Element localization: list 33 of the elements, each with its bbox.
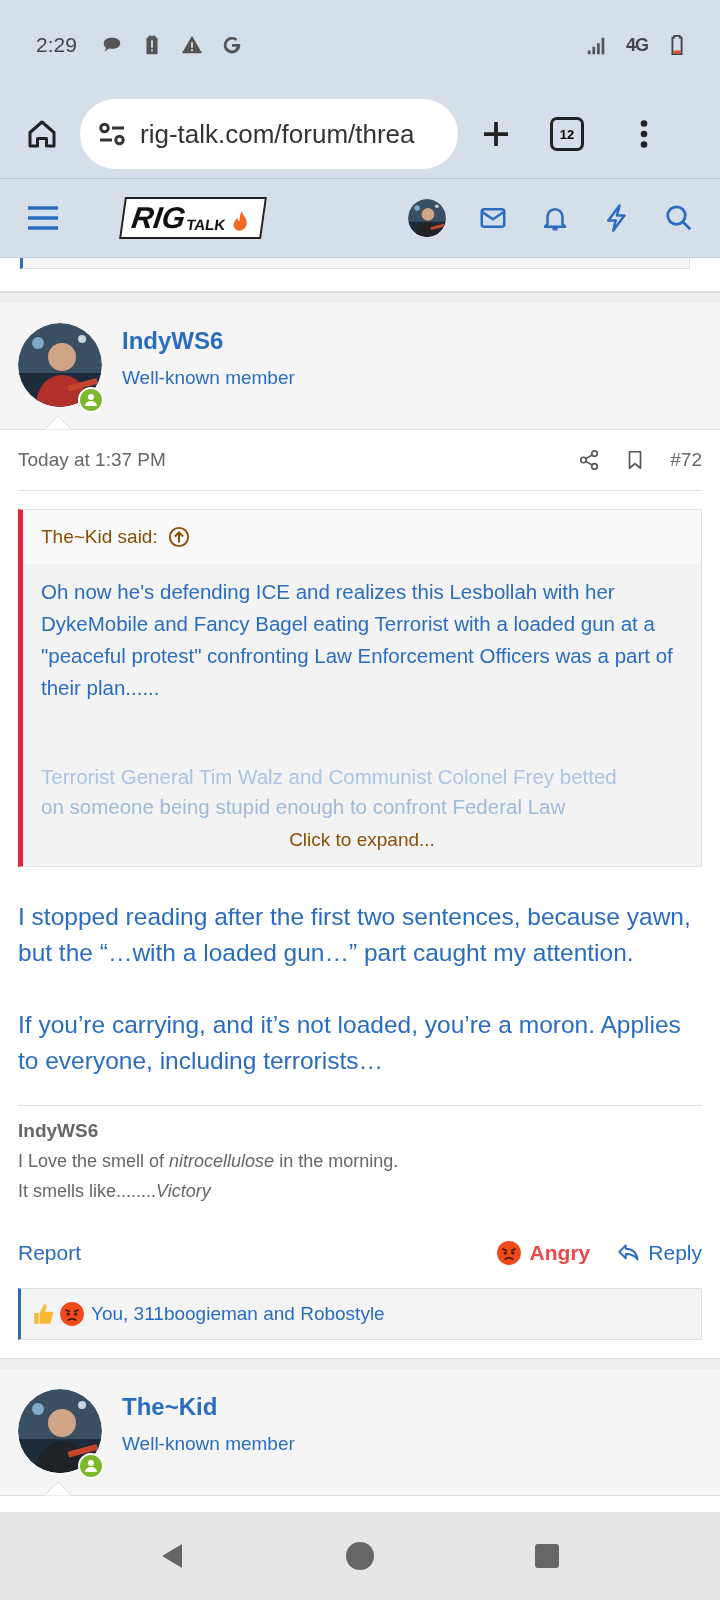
signature-text: It smells like........Victory xyxy=(18,1180,213,1203)
address-bar[interactable]: rig-talk.com/forum/threa xyxy=(80,99,458,169)
signature-text: I Love the smell of nitrocellulose in the morning. xyxy=(18,1150,400,1173)
report-link[interactable]: Report xyxy=(18,1241,82,1265)
jump-up-icon[interactable] xyxy=(167,526,190,548)
warning-icon xyxy=(180,34,203,56)
reaction-button[interactable]: Angry xyxy=(495,1240,591,1266)
reply-button[interactable]: Reply xyxy=(616,1240,702,1266)
post-number-link[interactable]: #72 xyxy=(670,449,702,471)
quote-attribution[interactable]: The~Kid said: xyxy=(41,526,158,548)
post-date[interactable]: Today at 1:37 PM xyxy=(18,449,166,471)
home-circle-icon[interactable] xyxy=(345,1541,375,1571)
signature-name: IndyWS6 xyxy=(18,1119,100,1143)
tab-switcher[interactable]: 12 xyxy=(550,117,584,151)
angry-face-icon xyxy=(495,1240,522,1266)
reactions-bar[interactable]: You, 311boogieman and Robostyle xyxy=(18,1288,702,1340)
faded-quote-text: on someone being stupid enough to confront Federal Law xyxy=(41,794,567,820)
site-logo[interactable]: RIGTALK xyxy=(119,197,268,239)
faded-quote-text: Terrorist General Tim Walz and Communist Colonel Frey betted xyxy=(41,764,618,790)
network-label: 4G xyxy=(626,34,648,56)
share-icon[interactable] xyxy=(578,449,601,471)
clock-time: 2:29 xyxy=(36,33,77,57)
username-link[interactable]: IndyWS6 xyxy=(122,327,295,355)
quote-text: Oh now he's defending ICE and realizes this Lesbollah with her DykeMobile and Fancy Bagel eating Terrorist with a loaded gun at a "peaceful protest" confronting Law Enforcement Officers was a part of their plan...... xyxy=(41,579,674,701)
menu-icon[interactable] xyxy=(28,203,58,233)
search-icon[interactable] xyxy=(664,203,694,233)
post-text: If you’re carrying, and it’s not loaded, you’re a moron. Applies to everyone, including terrorists… xyxy=(18,1010,682,1076)
user-title: Well-known member xyxy=(122,1433,295,1455)
angry-face-icon xyxy=(59,1301,85,1327)
post-text: I stopped reading after the first two sentences, because yawn, but the “…with a loaded gun…” part caught my attention. xyxy=(18,902,692,968)
expand-link[interactable]: Click to expand... xyxy=(289,824,435,856)
user-title: Well-known member xyxy=(122,367,295,389)
username-link[interactable]: The~Kid xyxy=(122,1393,295,1421)
